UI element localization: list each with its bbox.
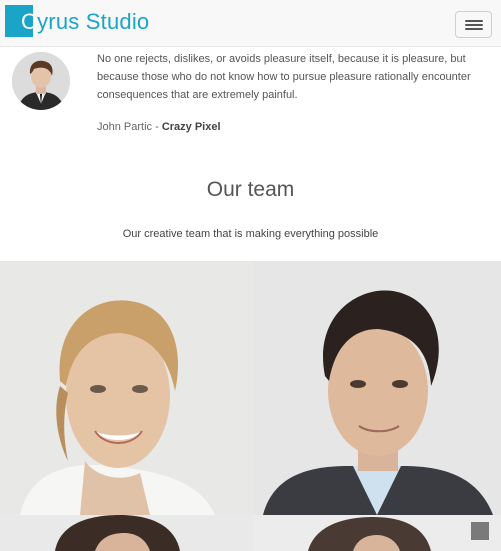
testimonial-quote: No one rejects, dislikes, or avoids plea…: [97, 53, 471, 101]
brand-second: Studio: [85, 9, 150, 34]
team-title: Our team: [206, 178, 295, 201]
author-separator: -: [152, 121, 162, 133]
author-company: Crazy Pixel: [161, 121, 221, 133]
team-photo-man[interactable]: [253, 261, 501, 515]
team-photo-woman[interactable]: [0, 261, 253, 515]
brand-link[interactable]: Cyrus Studio: [21, 8, 149, 36]
brand-rest: yrus: [37, 9, 80, 34]
team-photo-bottom-right[interactable]: [253, 515, 501, 551]
page: Cyrus Studio No one rejects, dislikes, o…: [0, 0, 501, 551]
scroll-top-icon[interactable]: [471, 522, 489, 540]
author-name: John Partic: [97, 121, 153, 133]
brand-initial: C: [21, 9, 38, 34]
menu-toggle-button[interactable]: [455, 11, 492, 38]
navbar: Cyrus Studio: [0, 0, 501, 47]
testimonial-author: John Partic - Crazy Pixel: [97, 120, 221, 134]
author-avatar: [12, 52, 70, 110]
team-subtitle: Our creative team that is making everyth…: [122, 228, 379, 240]
team-photo-bottom-left[interactable]: [0, 515, 253, 551]
